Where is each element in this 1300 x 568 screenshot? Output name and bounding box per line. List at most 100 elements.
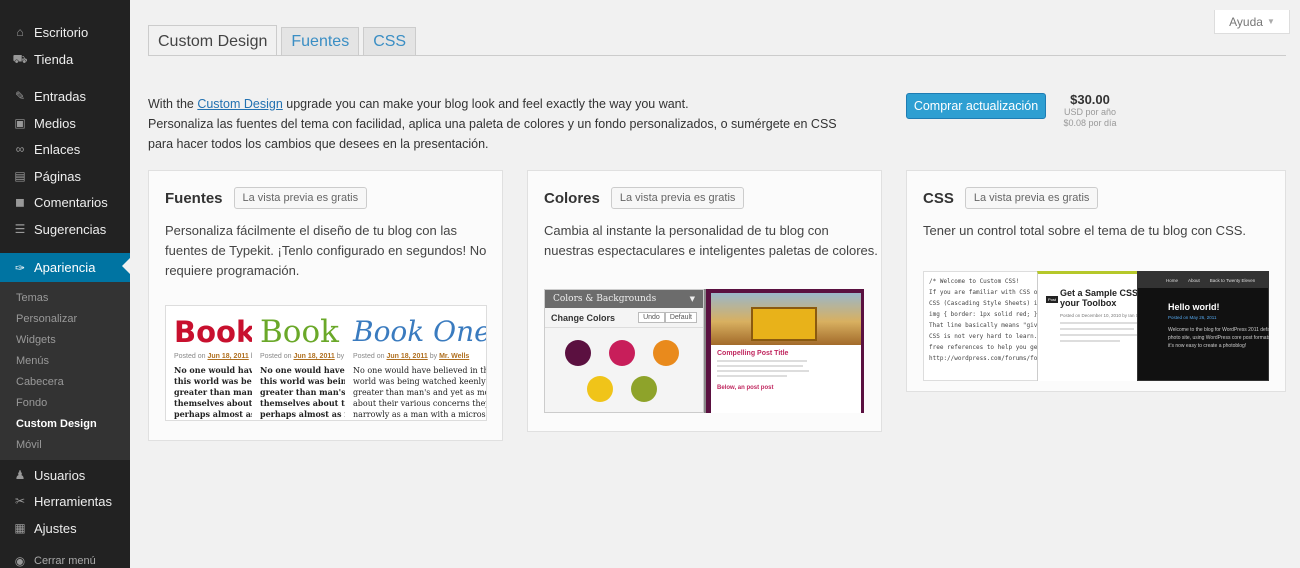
- panel-subheader: Change Colors Undo Default: [545, 308, 703, 328]
- sample-meta: Posted on Jun 18, 2011 by Mr. Wells: [353, 353, 486, 360]
- preview-free-button[interactable]: La vista previa es gratis: [233, 187, 368, 209]
- hello-heading: Hello world!: [1168, 302, 1220, 312]
- meta-posted: Posted on: [260, 353, 292, 360]
- body-line: perhaps almost as nar: [260, 409, 345, 419]
- code-line: CSS (Cascading Style Sheets) is a k: [929, 300, 1053, 307]
- intro-text: With the Custom Design upgrade you can m…: [148, 94, 888, 154]
- sample-meta: Posted on Jun 18, 2011 by: [260, 353, 345, 360]
- code-line: free references to help you get sta: [929, 344, 1053, 351]
- submenu-personalizar[interactable]: Personalizar: [0, 309, 130, 330]
- site-preview: Compelling Post Title Below, an post pos…: [704, 289, 864, 413]
- buy-upgrade-button[interactable]: Comprar actualización: [906, 93, 1046, 119]
- colors-panel: Colors & Backgrounds ▼ Change Colors Undo…: [544, 289, 704, 413]
- nav-about: About: [1188, 277, 1200, 283]
- submenu-menus[interactable]: Menús: [0, 351, 130, 372]
- preview-free-button[interactable]: La vista previa es gratis: [610, 187, 745, 209]
- post-tag: Post: [1046, 296, 1059, 303]
- price-per-year: USD por año: [1063, 107, 1117, 117]
- card-header: Colores La vista previa es gratis: [544, 187, 745, 209]
- caret-down-icon: ▼: [1266, 17, 1275, 26]
- collapse-label: Cerrar menú: [34, 555, 96, 567]
- menu-label: Entradas: [34, 88, 87, 104]
- submenu-movil[interactable]: Móvil: [0, 435, 130, 456]
- menu-item-comentarios[interactable]: ◼ Comentarios: [0, 189, 130, 215]
- body-line: this world was being w: [260, 376, 345, 386]
- text-line: [717, 360, 807, 362]
- hello-line: it's now easy to create a photoblog!: [1168, 343, 1247, 349]
- media-icon: ▣: [14, 116, 26, 130]
- feedback-icon: ☰: [14, 222, 26, 236]
- code-line: CSS is not very hard to learn. If y: [929, 333, 1053, 340]
- home-icon: ⌂: [16, 25, 24, 39]
- card-description: Tener un control total sobre el tema de …: [923, 221, 1246, 241]
- theme-nav: Home About Back to Twenty Eleven: [1138, 272, 1268, 288]
- pin-icon: ✎: [14, 89, 26, 103]
- tab-custom-design[interactable]: Custom Design: [148, 25, 278, 56]
- menu-label: Escritorio: [34, 24, 89, 40]
- post-title: Compelling Post Title: [717, 350, 789, 357]
- custom-design-link[interactable]: Custom Design: [197, 97, 282, 111]
- settings-icon: ▦: [14, 521, 26, 535]
- body-line: greater than man's an: [260, 387, 346, 397]
- menu-item-sugerencias[interactable]: ☰ Sugerencias: [0, 216, 130, 242]
- sample-title: Book One: [353, 315, 487, 348]
- price-amount: $30.00: [1070, 92, 1110, 107]
- font-sample: Book Posted on Jun 18, 2011 by No one wo…: [252, 306, 346, 420]
- intro-line-1: With the Custom Design upgrade you can m…: [148, 94, 888, 114]
- meta-date: Jun 18, 2011: [207, 353, 249, 360]
- swatch-dot: [653, 340, 679, 366]
- comment-icon: ◼: [15, 195, 25, 209]
- post-heading: Get a Sample CSS fo: [1060, 288, 1137, 298]
- menu-item-entradas[interactable]: ✎ Entradas: [0, 83, 130, 109]
- tram-shape: [751, 307, 817, 341]
- card-title: Fuentes: [165, 189, 223, 207]
- post-meta: Posted on December 10, 2010 by Ian Stew: [1060, 313, 1137, 318]
- sample-title: Book: [174, 315, 253, 349]
- panel-header: Colors & Backgrounds ▼: [545, 290, 703, 308]
- menu-item-tienda[interactable]: ⛟ Tienda: [0, 46, 130, 72]
- nav-tabs: Custom Design Fuentes CSS: [148, 24, 420, 56]
- tab-css[interactable]: CSS: [363, 27, 417, 55]
- menu-label: Tienda: [34, 51, 74, 67]
- menu-item-enlaces[interactable]: ∞ Enlaces: [0, 136, 130, 162]
- text-line: [1060, 328, 1134, 330]
- submenu-fondo[interactable]: Fondo: [0, 393, 130, 414]
- code-line: If you are familiar with CSS or you: [929, 289, 1053, 296]
- preview-free-button[interactable]: La vista previa es gratis: [964, 187, 1099, 209]
- menu-item-apariencia[interactable]: ✑ Apariencia: [0, 253, 130, 282]
- submenu-temas[interactable]: Temas: [0, 288, 130, 309]
- menu-item-paginas[interactable]: ▤ Páginas: [0, 163, 130, 189]
- swatch-dot: [609, 340, 635, 366]
- pages-icon: ▤: [14, 169, 26, 183]
- fonts-preview-image: Book Posted on Jun 18, 2011 by No one wo…: [165, 305, 487, 421]
- tools-icon: ✂: [14, 494, 26, 508]
- menu-item-escritorio[interactable]: ⌂ Escritorio: [0, 19, 130, 45]
- submenu-widgets[interactable]: Widgets: [0, 330, 130, 351]
- desc-line: Tener un control total sobre el tema de …: [923, 223, 1247, 238]
- menu-item-medios[interactable]: ▣ Medios: [0, 110, 130, 136]
- body-line: No one would have be: [174, 365, 252, 375]
- sample-body: No one would have be this world was bein…: [260, 365, 345, 420]
- code-line: /* Welcome to Custom CSS!: [929, 278, 1020, 285]
- submenu-cabecera[interactable]: Cabecera: [0, 372, 130, 393]
- help-tab[interactable]: Ayuda ▼: [1214, 10, 1290, 34]
- text-line: [717, 375, 787, 377]
- panel-title: Colors & Backgrounds: [553, 294, 657, 304]
- price-block: $30.00 USD por año $0.08 por día: [1060, 92, 1120, 129]
- body-line: perhaps almost as nar: [174, 409, 252, 419]
- swatch-dot: [587, 376, 613, 402]
- menu-label: Comentarios: [34, 194, 108, 210]
- menu-item-ajustes[interactable]: ▦ Ajustes: [0, 515, 130, 541]
- hello-date: Posted on May 26, 2011: [1168, 315, 1217, 320]
- tabs-divider: [148, 55, 1286, 56]
- card-title: CSS: [923, 189, 954, 207]
- menu-label: Usuarios: [34, 467, 86, 483]
- collapse-menu-button[interactable]: ◉ Cerrar menú: [0, 551, 130, 568]
- tab-fuentes[interactable]: Fuentes: [281, 27, 360, 55]
- card-title: Colores: [544, 189, 600, 207]
- menu-item-usuarios[interactable]: ♟ Usuarios: [0, 462, 130, 488]
- appearance-icon: ✑: [14, 260, 26, 275]
- sample-post-preview: Post Get a Sample CSS fo your Toolbox Po…: [1037, 271, 1137, 381]
- menu-item-herramientas[interactable]: ✂ Herramientas: [0, 488, 130, 514]
- submenu-custom-design[interactable]: Custom Design: [0, 414, 130, 435]
